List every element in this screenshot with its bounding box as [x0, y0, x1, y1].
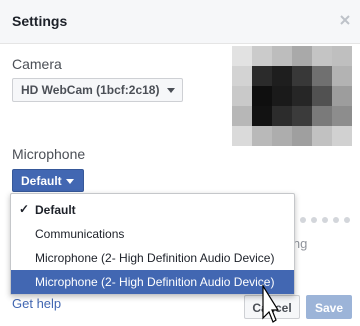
microphone-menu: ✓ Default Communications Microphone (2- … — [10, 193, 295, 295]
menu-item-communications[interactable]: Communications — [11, 222, 294, 246]
microphone-select-value: Default — [21, 174, 62, 188]
mic-level-indicator — [292, 217, 352, 225]
dialog-title: Settings — [12, 13, 68, 29]
menu-item-label: Microphone (2- High Definition Audio Dev… — [35, 275, 275, 289]
menu-item-label: Microphone (2- High Definition Audio Dev… — [35, 251, 275, 265]
checkmark-icon: ✓ — [19, 202, 30, 216]
get-help-link[interactable]: Get help — [12, 296, 61, 311]
dialog-header: Settings — [0, 0, 360, 44]
menu-item-default[interactable]: ✓ Default — [11, 198, 294, 222]
menu-item-microphone-1[interactable]: Microphone (2- High Definition Audio Dev… — [11, 246, 294, 270]
camera-label: Camera — [12, 56, 62, 72]
microphone-label: Microphone — [12, 146, 86, 162]
menu-item-microphone-2[interactable]: Microphone (2- High Definition Audio Dev… — [11, 270, 294, 294]
save-button[interactable]: Save — [306, 295, 352, 319]
close-icon[interactable] — [338, 13, 352, 27]
settings-dialog: Settings Camera HD WebCam (1bcf:2c18) Mi… — [0, 0, 360, 326]
chevron-down-icon — [66, 179, 74, 184]
camera-select[interactable]: HD WebCam (1bcf:2c18) — [12, 78, 183, 102]
camera-select-value: HD WebCam (1bcf:2c18) — [21, 83, 160, 97]
microphone-select[interactable]: Default — [12, 169, 84, 192]
menu-item-label: Communications — [35, 227, 125, 241]
chevron-down-icon — [167, 88, 175, 93]
menu-item-label: Default — [35, 203, 76, 217]
camera-preview — [232, 46, 352, 146]
mouse-cursor-icon — [262, 284, 279, 323]
